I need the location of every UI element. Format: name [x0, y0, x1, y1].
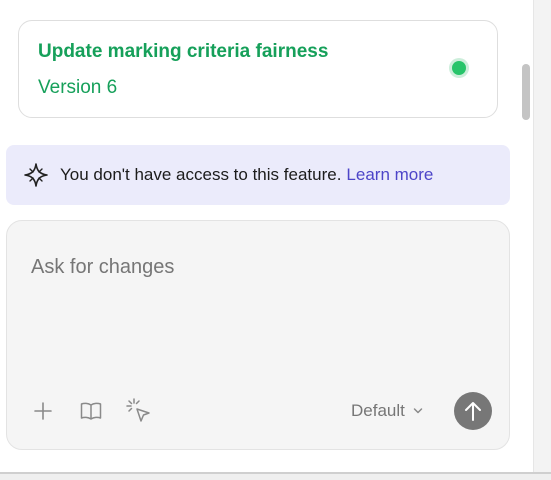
scrollbar-track[interactable] [533, 0, 551, 472]
status-dot-icon [452, 61, 466, 75]
scrollbar-thumb[interactable] [522, 64, 530, 120]
learn-more-link[interactable]: Learn more [346, 165, 433, 184]
library-button[interactable] [77, 397, 105, 425]
access-banner: You don't have access to this feature. Le… [6, 145, 510, 205]
access-message: You don't have access to this feature. Le… [60, 165, 433, 185]
bottom-divider [0, 472, 551, 480]
composer: Default [6, 220, 510, 450]
version-label: Version 6 [38, 77, 118, 98]
chat-panel: Update marking criteria fairness Version… [0, 0, 533, 472]
chevron-down-icon [413, 408, 423, 414]
arrow-up-icon [465, 402, 481, 421]
plus-icon [34, 402, 52, 420]
model-select-label: Default [351, 401, 405, 420]
version-title: Update marking criteria fairness [38, 41, 329, 62]
add-button[interactable] [29, 397, 57, 425]
version-card[interactable]: Update marking criteria fairness Version… [18, 20, 498, 118]
ask-for-changes-input[interactable] [31, 247, 481, 287]
send-button[interactable] [454, 392, 492, 430]
sparkle-icon [24, 163, 48, 187]
select-element-button[interactable] [125, 397, 153, 425]
book-icon [80, 402, 102, 420]
cursor-click-icon [126, 398, 150, 422]
access-message-text: You don't have access to this feature. [60, 165, 342, 184]
model-select[interactable]: Default [351, 400, 423, 422]
